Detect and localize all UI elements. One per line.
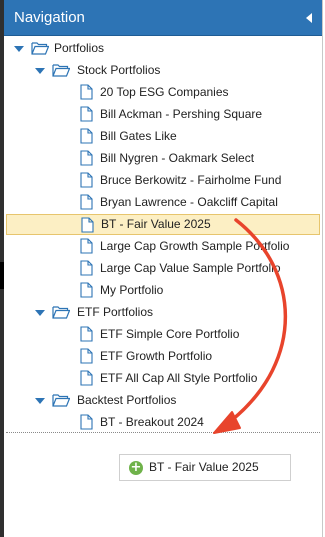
- folder-open-icon: [31, 42, 49, 55]
- expand-caret-icon[interactable]: [35, 68, 45, 74]
- drag-preview-label: BT - Fair Value 2025: [149, 460, 259, 474]
- tree-leaf[interactable]: BT - Breakout 2024: [4, 412, 322, 433]
- panel-header: Navigation: [4, 0, 322, 36]
- tree-node-etf-portfolios[interactable]: ETF Portfolios: [4, 302, 322, 323]
- tree-leaf[interactable]: My Portfolio: [4, 280, 322, 301]
- document-icon: [80, 150, 93, 166]
- tree-label: Bill Nygren - Oakmark Select: [100, 151, 255, 165]
- tree-node-backtest-portfolios[interactable]: Backtest Portfolios: [4, 390, 322, 411]
- tree-label: Large Cap Value Sample Portfolio: [100, 261, 281, 275]
- document-icon: [80, 194, 93, 210]
- document-icon: [80, 370, 93, 386]
- tree-leaf[interactable]: ETF Simple Core Portfolio: [4, 324, 322, 345]
- document-icon: [80, 238, 93, 254]
- folder-open-icon: [52, 394, 70, 407]
- tree-node-stock-portfolios[interactable]: Stock Portfolios: [4, 60, 322, 81]
- tree-label: Portfolios: [54, 41, 105, 55]
- tree-label: Backtest Portfolios: [77, 393, 177, 407]
- document-icon: [80, 348, 93, 364]
- document-icon: [80, 326, 93, 342]
- tree-label: BT - Breakout 2024: [100, 415, 204, 429]
- tree-label: Large Cap Growth Sample Portfolio: [100, 239, 290, 253]
- tree-label: Stock Portfolios: [77, 63, 161, 77]
- tree-label: Bruce Berkowitz - Fairholme Fund: [100, 173, 282, 187]
- document-icon: [80, 414, 93, 430]
- tree-label: ETF All Cap All Style Portfolio: [100, 371, 258, 385]
- navigation-panel: Navigation Portfolios Stock Portfolios 2…: [4, 0, 323, 537]
- tree-leaf[interactable]: Large Cap Growth Sample Portfolio: [4, 236, 322, 257]
- tree-leaf[interactable]: 20 Top ESG Companies: [4, 82, 322, 103]
- document-icon: [81, 217, 94, 233]
- drag-preview-chip[interactable]: + BT - Fair Value 2025: [119, 454, 291, 481]
- tree-label: ETF Simple Core Portfolio: [100, 327, 240, 341]
- tree-leaf[interactable]: Large Cap Value Sample Portfolio: [4, 258, 322, 279]
- tree-label: Bryan Lawrence - Oakcliff Capital: [100, 195, 278, 209]
- document-icon: [80, 84, 93, 100]
- expand-caret-icon[interactable]: [35, 398, 45, 404]
- tree-label: My Portfolio: [100, 283, 164, 297]
- panel-title: Navigation: [14, 9, 85, 26]
- tree-leaf[interactable]: Bryan Lawrence - Oakcliff Capital: [4, 192, 322, 213]
- tree-label: BT - Fair Value 2025: [101, 217, 211, 231]
- document-icon: [80, 282, 93, 298]
- tree-leaf[interactable]: ETF Growth Portfolio: [4, 346, 322, 367]
- expand-caret-icon[interactable]: [35, 310, 45, 316]
- tree-leaf-selected[interactable]: BT - Fair Value 2025: [6, 214, 320, 235]
- add-plus-icon: +: [129, 460, 143, 475]
- tree-label: 20 Top ESG Companies: [100, 85, 229, 99]
- drop-target-line: [6, 432, 320, 433]
- folder-open-icon: [52, 64, 70, 77]
- tree-label: Bill Ackman - Pershing Square: [100, 107, 263, 121]
- tree-leaf[interactable]: Bill Gates Like: [4, 126, 322, 147]
- document-icon: [80, 260, 93, 276]
- tree-label: Bill Gates Like: [100, 129, 177, 143]
- document-icon: [80, 106, 93, 122]
- tree-label: ETF Portfolios: [77, 305, 154, 319]
- tree-leaf[interactable]: ETF All Cap All Style Portfolio: [4, 368, 322, 389]
- document-icon: [80, 128, 93, 144]
- tree-node-portfolios[interactable]: Portfolios: [4, 38, 322, 59]
- tree-label: ETF Growth Portfolio: [100, 349, 213, 363]
- tree-leaf[interactable]: Bill Nygren - Oakmark Select: [4, 148, 322, 169]
- document-icon: [80, 172, 93, 188]
- folder-open-icon: [52, 306, 70, 319]
- expand-caret-icon[interactable]: [14, 46, 24, 52]
- tree-leaf[interactable]: Bruce Berkowitz - Fairholme Fund: [4, 170, 322, 191]
- tree-leaf[interactable]: Bill Ackman - Pershing Square: [4, 104, 322, 125]
- collapse-arrow-icon[interactable]: [306, 13, 312, 23]
